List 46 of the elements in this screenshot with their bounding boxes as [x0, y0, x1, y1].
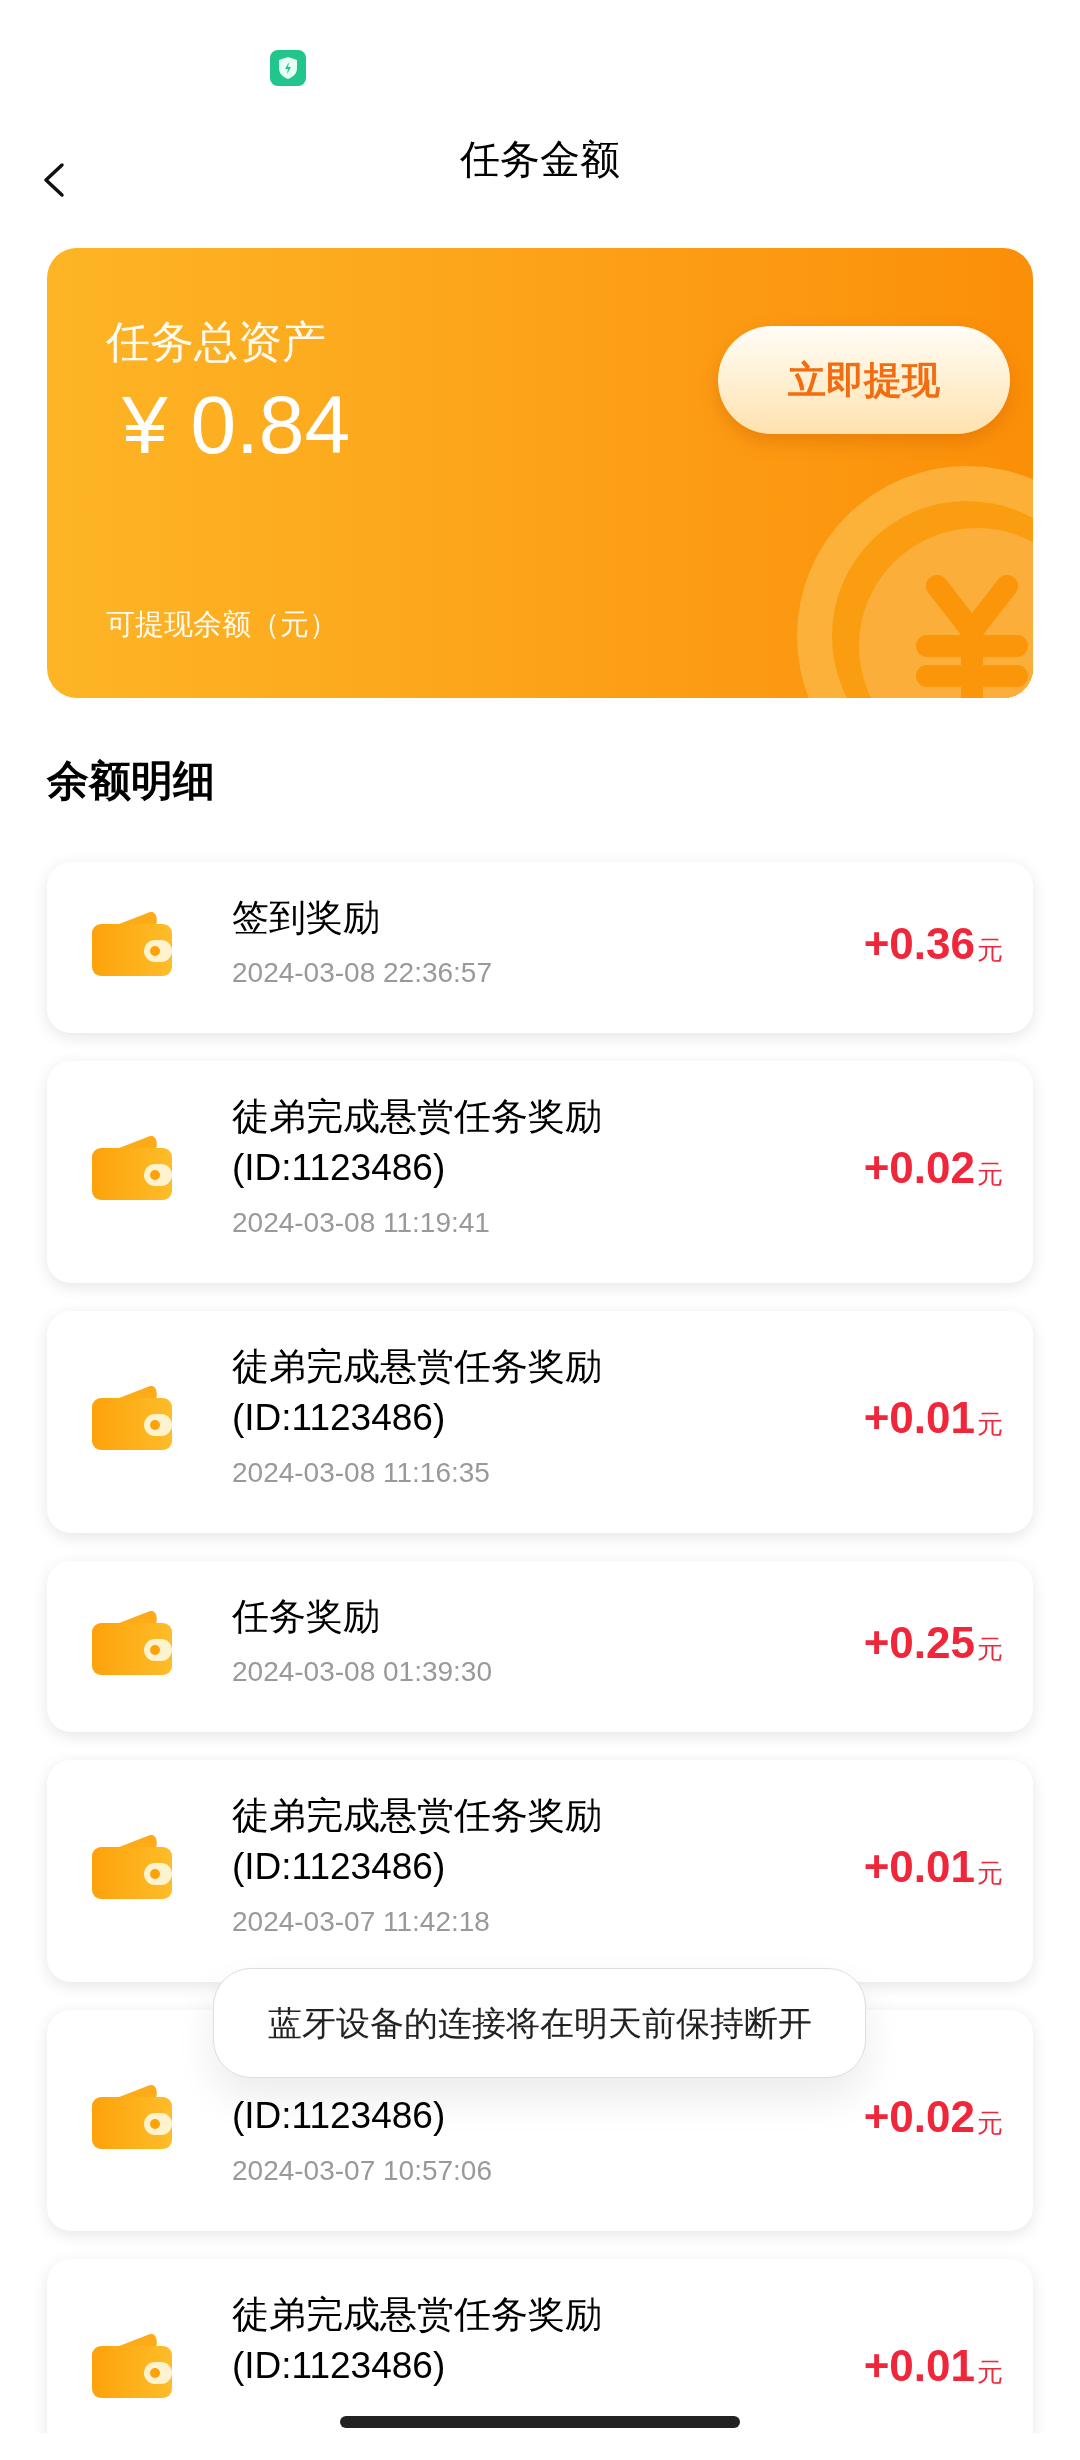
wallet-icon	[92, 2084, 172, 2149]
currency-unit: 元	[977, 2356, 1003, 2389]
section-title: 余额明细	[47, 760, 216, 802]
currency-unit: 元	[977, 1158, 1003, 1191]
record-title: 任务奖励	[232, 1595, 380, 1639]
record-amount: +0.25	[863, 1616, 975, 1669]
record-date: 2024-03-08 22:36:57	[232, 956, 492, 990]
record-title: (ID:1123486)	[232, 1146, 446, 1190]
record-date: 2024-03-07 10:57:06	[232, 2154, 492, 2188]
record-title: (ID:1123486)	[232, 2344, 446, 2388]
currency-unit: 元	[977, 2106, 1003, 2140]
record-date: 2024-03-08 01:39:30	[232, 1655, 492, 1689]
wallet-icon	[92, 1386, 172, 1450]
shield-icon	[270, 50, 306, 86]
asset-amount: ¥ 0.84	[122, 378, 350, 472]
record-amount: +0.02	[863, 1142, 975, 1194]
record-title: 徒弟完成悬赏任务奖励	[232, 2293, 602, 2337]
wallet-icon	[92, 1610, 172, 1675]
record-title: 徒弟完成悬赏任务奖励	[232, 1794, 602, 1838]
record-title: (ID:1123486)	[232, 1396, 446, 1440]
currency-unit: 元	[977, 1408, 1003, 1441]
record-amount: +0.02	[863, 2090, 975, 2143]
wallet-icon	[92, 1835, 172, 1899]
record-date: 2024-03-08 11:19:41	[232, 1206, 490, 1240]
currency-unit: 元	[977, 1857, 1003, 1890]
toast-message: 蓝牙设备的连接将在明天前保持断开	[213, 1968, 866, 2078]
record-title: 徒弟完成悬赏任务奖励	[232, 1345, 602, 1389]
currency-unit: 元	[977, 1632, 1003, 1666]
withdraw-button[interactable]: 立即提现	[718, 326, 1010, 434]
record-amount: +0.36	[863, 917, 975, 970]
card-title: 任务总资产	[106, 320, 326, 364]
currency-unit: 元	[977, 933, 1003, 967]
record-title: (ID:1123486)	[232, 2094, 446, 2138]
record-amount: +0.01	[863, 2340, 975, 2392]
page-title: 任务金额	[460, 139, 620, 179]
record-title: 签到奖励	[232, 896, 380, 940]
record-amount: +0.01	[863, 1392, 975, 1444]
record-amount: +0.01	[863, 1841, 975, 1893]
record-title: 徒弟完成悬赏任务奖励	[232, 1095, 602, 1139]
record-date: 2024-03-08 11:16:35	[232, 1456, 490, 1490]
wallet-icon	[92, 911, 172, 976]
wallet-icon	[92, 1136, 172, 1200]
record-title: (ID:1123486)	[232, 1845, 446, 1889]
wallet-icon	[92, 2334, 172, 2398]
record-date: 2024-03-07 11:42:18	[232, 1905, 490, 1939]
balance-caption: 可提现余额（元）	[106, 610, 338, 639]
